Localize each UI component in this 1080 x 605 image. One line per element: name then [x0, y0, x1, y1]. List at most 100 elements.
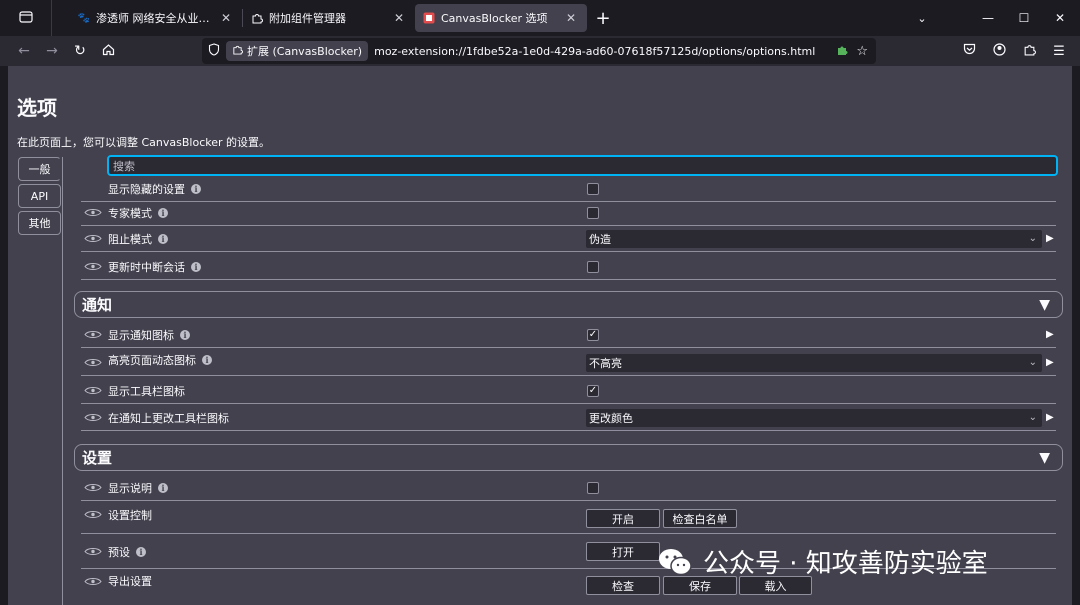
- info-icon[interactable]: i: [180, 329, 190, 340]
- setting-label: 预设 i: [108, 544, 146, 560]
- account-button[interactable]: [988, 40, 1010, 62]
- change-toolbar-icon-select[interactable]: 更改颜色 ⌄: [586, 408, 1042, 427]
- setting-label: 设置控制: [108, 507, 152, 523]
- identity-box[interactable]: 扩展 (CanvasBlocker): [226, 41, 369, 61]
- page-description: 在此页面上，您可以调整 CanvasBlocker 的设置。: [17, 136, 271, 149]
- section-notifications[interactable]: 通知 ▼: [74, 291, 1063, 318]
- expand-triangle-icon[interactable]: ▶: [1046, 329, 1054, 340]
- eye-icon[interactable]: [81, 206, 105, 220]
- tab-2[interactable]: CanvasBlocker 选项 ✕: [415, 4, 587, 32]
- new-tab-button[interactable]: +: [587, 0, 619, 36]
- arrow-left-icon: ←: [18, 43, 30, 59]
- reload-button[interactable]: ↻: [66, 37, 94, 65]
- tab-api[interactable]: API: [18, 184, 61, 208]
- info-icon[interactable]: i: [202, 355, 212, 365]
- highlight-page-action-select[interactable]: 不高亮 ⌄: [586, 353, 1042, 372]
- eye-icon[interactable]: [81, 328, 105, 342]
- setting-label-text: 导出设置: [108, 575, 152, 588]
- info-icon[interactable]: i: [158, 482, 168, 493]
- info-icon[interactable]: i: [191, 261, 201, 272]
- show-descriptions-checkbox[interactable]: [587, 481, 599, 494]
- expand-triangle-icon[interactable]: ▶: [1046, 233, 1054, 244]
- expand-triangle-icon[interactable]: ▶: [1046, 357, 1054, 368]
- navigation-bar: ← → ↻ 扩展 (CanvasBlocker) moz-extension:/…: [0, 36, 1080, 66]
- info-icon[interactable]: i: [158, 233, 168, 244]
- puzzle-icon: [1023, 43, 1036, 60]
- wechat-icon: [657, 547, 693, 577]
- chevron-down-icon: ⌄: [1028, 357, 1037, 368]
- expand-triangle-icon[interactable]: ▶: [1046, 412, 1054, 423]
- home-icon: [102, 43, 115, 60]
- eye-icon[interactable]: [81, 411, 105, 425]
- collapse-triangle-icon[interactable]: ▼: [1039, 297, 1050, 313]
- url-bar[interactable]: 扩展 (CanvasBlocker) moz-extension://1fdbe…: [202, 38, 876, 64]
- tab-1[interactable]: 附加组件管理器 ✕: [243, 4, 415, 32]
- extension-puzzle-icon[interactable]: [836, 44, 848, 59]
- setting-label: 在通知上更改工具栏图标: [108, 410, 229, 426]
- eye-icon[interactable]: [81, 507, 105, 521]
- setting-label-text: 显示通知图标: [108, 328, 174, 342]
- tab-general[interactable]: 一般: [18, 157, 61, 181]
- close-icon[interactable]: ✕: [563, 11, 579, 25]
- list-all-tabs-button[interactable]: ⌄: [908, 0, 936, 36]
- setting-label-text: 显示工具栏图标: [108, 384, 185, 398]
- expert-mode-checkbox[interactable]: [587, 206, 599, 219]
- inspect-button[interactable]: 检查: [586, 576, 660, 595]
- setting-row-settings-control: 设置控制 开启 检查白名单: [81, 502, 1056, 534]
- maximize-button[interactable]: ☐: [1006, 0, 1042, 36]
- setting-label-text: 阻止模式: [108, 232, 152, 246]
- search-input[interactable]: 搜索: [107, 155, 1058, 176]
- close-icon[interactable]: ✕: [218, 11, 234, 25]
- menu-button[interactable]: ☰: [1048, 40, 1070, 62]
- back-button[interactable]: ←: [10, 37, 38, 65]
- minimize-icon: —: [982, 11, 994, 25]
- eye-icon[interactable]: [81, 481, 105, 495]
- url-text[interactable]: moz-extension://1fdbe52a-1e0d-429a-ad60-…: [374, 45, 830, 58]
- setting-row-expert-mode: 专家模式 i: [81, 200, 1056, 226]
- pocket-button[interactable]: [958, 40, 980, 62]
- hamburger-icon: ☰: [1053, 43, 1065, 59]
- extensions-button[interactable]: [1018, 40, 1040, 62]
- window-controls: — ☐ ✕: [970, 0, 1078, 36]
- shield-icon: [208, 43, 220, 59]
- setting-label: 高亮页面动态图标 i: [108, 352, 212, 368]
- eye-icon[interactable]: [81, 574, 105, 588]
- info-icon[interactable]: i: [136, 546, 146, 557]
- arrow-right-icon: →: [46, 43, 58, 59]
- open-preset-button[interactable]: 打开: [586, 542, 660, 561]
- setting-row-show-descriptions: 显示说明 i: [81, 475, 1056, 501]
- tab-0[interactable]: 🐾 渗透师 网络安全从业者安全导航 ✕: [70, 4, 242, 32]
- close-window-button[interactable]: ✕: [1042, 0, 1078, 36]
- info-icon[interactable]: i: [158, 207, 168, 218]
- maximize-icon: ☐: [1018, 11, 1030, 25]
- paw-icon: 🐾: [77, 12, 91, 24]
- eye-icon[interactable]: [81, 260, 105, 274]
- setting-label: 显示说明 i: [108, 480, 168, 496]
- show-toolbar-icon-checkbox[interactable]: ✓: [587, 384, 599, 397]
- open-button[interactable]: 开启: [586, 509, 660, 528]
- bookmark-star-icon[interactable]: ☆: [856, 44, 868, 59]
- check-whitelist-button[interactable]: 检查白名单: [663, 509, 737, 528]
- eye-icon[interactable]: [81, 384, 105, 398]
- firefox-view-button[interactable]: [0, 0, 52, 36]
- close-icon[interactable]: ✕: [391, 11, 407, 25]
- block-mode-select[interactable]: 伪造 ⌄: [586, 229, 1042, 248]
- setting-label: 显示隐藏的设置 i: [108, 181, 201, 197]
- setting-label: 显示通知图标 i: [108, 327, 190, 343]
- show-hidden-checkbox[interactable]: [587, 182, 599, 195]
- setting-label-text: 设置控制: [108, 509, 152, 522]
- eye-icon[interactable]: [81, 545, 105, 559]
- section-settings[interactable]: 设置 ▼: [74, 444, 1063, 471]
- minimize-button[interactable]: —: [970, 0, 1006, 36]
- select-value: 伪造: [589, 232, 611, 246]
- eye-icon[interactable]: [81, 356, 105, 370]
- forward-button[interactable]: →: [38, 37, 66, 65]
- stop-on-update-checkbox[interactable]: [587, 260, 599, 273]
- show-notif-icon-checkbox[interactable]: ✓: [587, 328, 599, 341]
- account-icon: [992, 42, 1006, 60]
- collapse-triangle-icon[interactable]: ▼: [1039, 450, 1050, 466]
- tab-misc[interactable]: 其他: [18, 211, 61, 235]
- home-button[interactable]: [94, 37, 122, 65]
- eye-icon[interactable]: [81, 232, 105, 246]
- info-icon[interactable]: i: [191, 183, 201, 194]
